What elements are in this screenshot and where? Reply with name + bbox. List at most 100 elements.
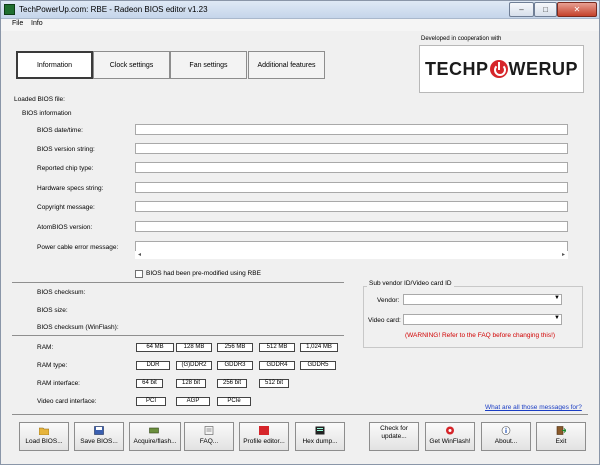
load-bios-label: Load BIOS... xyxy=(25,438,63,445)
chevron-down-icon: ▼ xyxy=(554,315,560,321)
bios-info-label: BIOS information xyxy=(22,110,72,117)
vendor-select[interactable]: ▼ xyxy=(403,294,562,305)
messages-help-link[interactable]: What are all those messages for? xyxy=(485,404,582,411)
logo-text-left: TECHP xyxy=(424,58,489,79)
exit-label: Exit xyxy=(555,438,567,445)
divider xyxy=(12,335,344,336)
window-title: TechPowerUp.com: RBE - Radeon BIOS edito… xyxy=(19,5,208,14)
ram-option-256mb[interactable]: 256 MB xyxy=(217,343,253,352)
field-label-atombios: AtomBIOS version: xyxy=(37,224,93,231)
ram-type-label: RAM type: xyxy=(37,362,68,369)
faq-icon xyxy=(204,426,214,435)
minimize-button[interactable]: – xyxy=(509,2,534,17)
faq-label: FAQ... xyxy=(199,438,219,445)
ram-option-512mb[interactable]: 512 MB xyxy=(259,343,295,352)
vendor-label: Vendor: xyxy=(377,297,400,304)
video-interface-pcie[interactable]: PCIe xyxy=(217,397,251,406)
menu-bar: File Info xyxy=(1,19,599,31)
load-bios-button[interactable]: Load BIOS... xyxy=(19,422,69,451)
ram-type-ddr[interactable]: DDR xyxy=(136,361,170,370)
check-update-button[interactable]: Check for update... xyxy=(369,422,419,451)
check-update-label: Check for update... xyxy=(380,425,408,440)
developed-label: Developed in cooperation with xyxy=(421,36,502,42)
ati-icon xyxy=(259,426,269,435)
field-label-copyright: Copyright message: xyxy=(37,204,95,211)
ram-option-1024mb[interactable]: 1,024 MB xyxy=(300,343,338,352)
tab-fan-settings[interactable]: Fan settings xyxy=(170,51,247,79)
ram-type-gddr5[interactable]: GDDR5 xyxy=(300,361,336,370)
acquire-flash-button[interactable]: Acquire/flash... xyxy=(129,422,181,451)
about-label: About... xyxy=(494,438,518,445)
divider xyxy=(12,414,588,415)
profile-editor-button[interactable]: Profile editor... xyxy=(239,422,289,451)
ram-type-gddr4[interactable]: GDDR4 xyxy=(259,361,295,370)
card-icon xyxy=(149,427,159,434)
divider xyxy=(12,282,344,283)
copyright-field[interactable] xyxy=(135,201,568,212)
save-bios-label: Save BIOS... xyxy=(80,438,118,445)
chevron-down-icon: ▼ xyxy=(554,295,560,301)
app-icon xyxy=(4,4,15,15)
atombios-field[interactable] xyxy=(135,221,568,232)
maximize-button[interactable]: □ xyxy=(534,2,557,17)
tab-information[interactable]: Information xyxy=(16,51,93,79)
bios-version-field[interactable] xyxy=(135,143,568,154)
about-button[interactable]: About... xyxy=(481,422,531,451)
loaded-bios-label: Loaded BIOS file: xyxy=(14,96,65,103)
video-card-label: Video card: xyxy=(368,317,401,324)
ram-interface-128bit[interactable]: 128 bit xyxy=(176,379,206,388)
field-label-bios-date: BIOS date/time: xyxy=(37,127,83,134)
tab-clock-settings[interactable]: Clock settings xyxy=(93,51,170,79)
acquire-flash-label: Acquire/flash... xyxy=(133,438,177,445)
close-button[interactable]: ✕ xyxy=(557,2,597,17)
scroll-right-icon[interactable]: ▸ xyxy=(562,251,565,258)
premodified-checkbox[interactable] xyxy=(135,270,143,278)
subvendor-title: Sub vendor ID/Video card ID xyxy=(367,280,454,287)
ram-type-gddr2[interactable]: (G)DDR2 xyxy=(176,361,212,370)
save-icon xyxy=(94,426,104,435)
rbe-window: TechPowerUp.com: RBE - Radeon BIOS edito… xyxy=(0,0,600,465)
title-bar: TechPowerUp.com: RBE - Radeon BIOS edito… xyxy=(1,1,599,19)
faq-button[interactable]: FAQ... xyxy=(184,422,234,451)
power-cable-scrollbar[interactable]: ◂ ▸ xyxy=(135,251,568,259)
video-interface-label: Video card interface: xyxy=(37,398,97,405)
ram-interface-256bit[interactable]: 256 bit xyxy=(217,379,247,388)
field-label-chip-type: Reported chip type: xyxy=(37,165,94,172)
hex-dump-label: Hex dump... xyxy=(302,438,338,445)
get-winflash-button[interactable]: Get WinFlash! xyxy=(425,422,475,451)
hex-dump-button[interactable]: Hex dump... xyxy=(295,422,345,451)
menu-file[interactable]: File xyxy=(12,20,23,27)
profile-editor-label: Profile editor... xyxy=(243,438,285,445)
techpowerup-logo: TECHP WERUP xyxy=(419,45,584,93)
hw-specs-field[interactable] xyxy=(135,182,568,193)
checksum-winflash-label: BIOS checksum (WinFlash): xyxy=(37,324,119,331)
power-icon xyxy=(489,60,508,78)
ram-type-gddr3[interactable]: GDDR3 xyxy=(217,361,253,370)
winflash-icon xyxy=(446,426,454,435)
ram-interface-label: RAM interface: xyxy=(37,380,80,387)
hex-icon xyxy=(315,426,325,435)
ram-interface-512bit[interactable]: 512 bit xyxy=(259,379,289,388)
ram-option-128mb[interactable]: 128 MB xyxy=(176,343,212,352)
exit-button[interactable]: Exit xyxy=(536,422,586,451)
exit-icon xyxy=(556,426,566,435)
chip-type-field[interactable] xyxy=(135,162,568,173)
ram-option-64mb[interactable]: 64 MB xyxy=(136,343,174,352)
save-bios-button[interactable]: Save BIOS... xyxy=(74,422,124,451)
checksum-label: BIOS checksum: xyxy=(37,289,86,296)
tab-additional-features[interactable]: Additional features xyxy=(248,51,325,79)
field-label-hw-specs: Hardware specs string: xyxy=(37,185,104,192)
field-label-power-cable: Power cable error message: xyxy=(37,244,119,251)
menu-info[interactable]: Info xyxy=(31,20,43,27)
scroll-left-icon[interactable]: ◂ xyxy=(138,251,141,258)
get-winflash-label: Get WinFlash! xyxy=(429,438,471,445)
folder-icon xyxy=(39,427,49,435)
video-card-select[interactable]: ▼ xyxy=(403,314,562,325)
field-label-bios-version: BIOS version string: xyxy=(37,146,95,153)
premodified-label: BIOS had been pre-modified using RBE xyxy=(146,270,261,277)
size-label: BIOS size: xyxy=(37,307,68,314)
video-interface-pci[interactable]: PCI xyxy=(136,397,166,406)
bios-date-field[interactable] xyxy=(135,124,568,135)
video-interface-agp[interactable]: AGP xyxy=(176,397,210,406)
ram-interface-64bit[interactable]: 64 bit xyxy=(136,379,163,388)
